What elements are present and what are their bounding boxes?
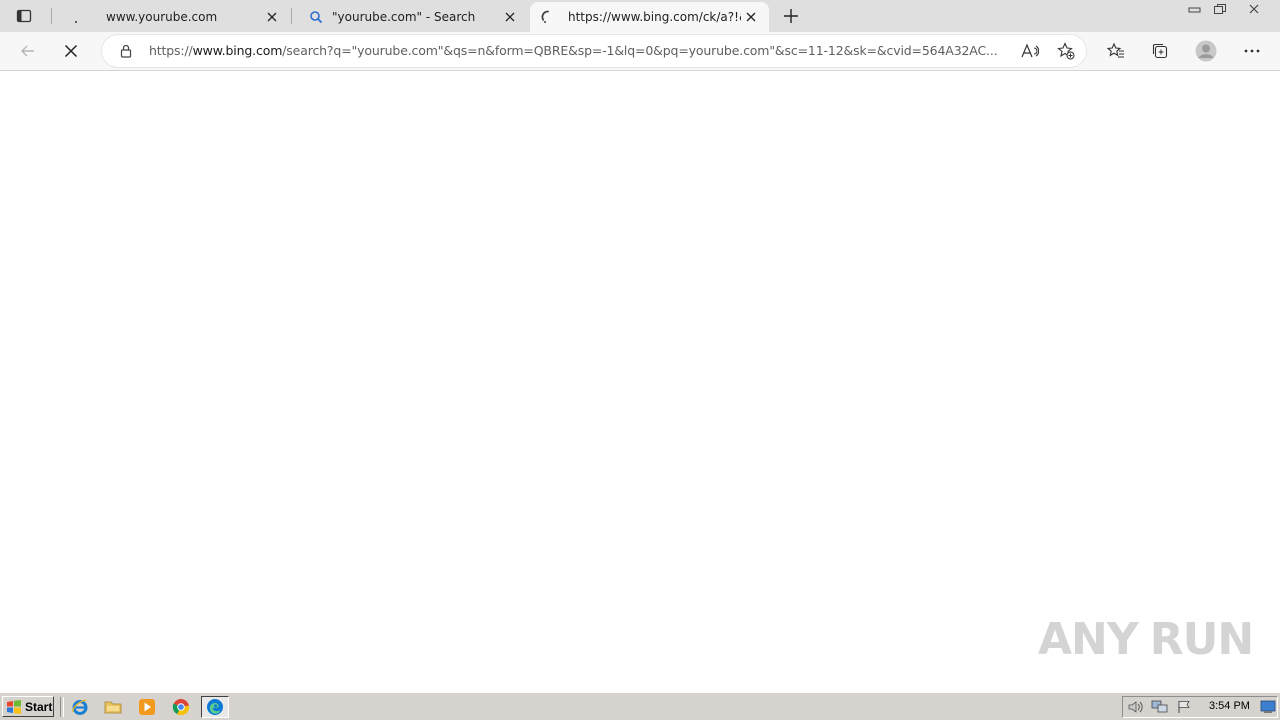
- anyrun-watermark: ANY RUN: [1038, 604, 1254, 674]
- tab-bing-redirect[interactable]: https://www.bing.com/ck/a?!&: [530, 2, 769, 32]
- new-tab-button[interactable]: [778, 4, 804, 28]
- tab-actions-button[interactable]: [8, 4, 40, 28]
- search-icon: [308, 9, 324, 25]
- stop-loading-button[interactable]: [55, 35, 87, 67]
- profile-button[interactable]: [1190, 35, 1222, 67]
- favorites-button[interactable]: [1100, 35, 1132, 67]
- read-aloud-icon: [1021, 43, 1039, 58]
- close-icon: [505, 12, 515, 22]
- page-content: [0, 71, 1280, 692]
- taskbar-edge-active[interactable]: [201, 696, 229, 718]
- star-add-icon: [1057, 42, 1075, 60]
- tab-title: https://www.bing.com/ck/a?!&: [568, 10, 741, 24]
- folder-icon: [104, 701, 122, 714]
- quicklaunch-chrome[interactable]: [170, 698, 192, 716]
- url-text[interactable]: https://www.bing.com/search?q="yourube.c…: [149, 43, 1011, 61]
- windows-logo-icon: [7, 699, 21, 714]
- restore-icon: [1214, 4, 1226, 14]
- settings-menu-button[interactable]: [1236, 35, 1268, 67]
- volume-icon[interactable]: [1127, 699, 1145, 715]
- watermark-right: RUN: [1149, 613, 1254, 665]
- quicklaunch-ie[interactable]: [69, 698, 91, 716]
- tab-actions-icon: [16, 9, 32, 23]
- close-icon: [746, 12, 756, 22]
- lock-icon[interactable]: [118, 43, 134, 59]
- close-icon: [1249, 4, 1259, 14]
- read-aloud-button[interactable]: [1018, 39, 1042, 63]
- loading-spinner-icon: [540, 9, 556, 25]
- minimize-icon: [1188, 7, 1201, 13]
- chrome-icon: [172, 699, 190, 716]
- action-center-flag-icon[interactable]: [1175, 699, 1193, 715]
- start-label: Start: [25, 699, 53, 714]
- add-favorite-button[interactable]: [1054, 39, 1078, 63]
- url-host: www.bing.com: [192, 43, 283, 58]
- watermark-left: ANY: [1038, 613, 1139, 665]
- tab-search[interactable]: "yourube.com" - Search: [292, 2, 528, 32]
- edge-icon: [207, 699, 223, 715]
- browser-toolbar: https://www.bing.com/search?q="yourube.c…: [0, 32, 1280, 71]
- tab-strip: www.yourube.com "yourube.com" - Search h…: [0, 0, 1280, 32]
- url-prefix: https://: [149, 43, 193, 58]
- plus-icon: [784, 9, 798, 23]
- internet-explorer-icon: [72, 699, 88, 715]
- tab-yourube[interactable]: www.yourube.com: [52, 2, 290, 32]
- taskbar-grip: [60, 697, 64, 717]
- url-path: /search?q="yourube.com"&qs=n&form=QBRE&s…: [282, 43, 998, 58]
- tab-title: www.yourube.com: [106, 10, 218, 24]
- tab-close-button[interactable]: [500, 7, 520, 27]
- tab-close-button[interactable]: [741, 7, 761, 27]
- arrow-left-icon: [21, 45, 34, 57]
- quicklaunch-media-player[interactable]: [136, 698, 158, 716]
- tab-close-button[interactable]: [262, 7, 282, 27]
- minimize-button[interactable]: [1184, 0, 1206, 18]
- close-icon: [64, 44, 78, 58]
- clock[interactable]: 3:54 PM: [1209, 700, 1250, 712]
- avatar-icon: [1195, 40, 1217, 62]
- back-button[interactable]: [12, 35, 44, 67]
- address-bar[interactable]: https://www.bing.com/search?q="yourube.c…: [102, 35, 1086, 67]
- more-icon: [1244, 49, 1260, 53]
- system-tray: 3:54 PM: [1122, 696, 1278, 718]
- dot-icon: [68, 9, 84, 25]
- favorites-icon: [1107, 42, 1124, 58]
- show-desktop-icon[interactable]: [1259, 699, 1277, 715]
- network-icon[interactable]: [1151, 699, 1169, 715]
- start-button[interactable]: Start: [2, 696, 54, 717]
- close-icon: [267, 12, 277, 22]
- collections-icon: [1152, 43, 1168, 59]
- taskbar: Start 3:54 PM: [0, 692, 1280, 720]
- window-close-button[interactable]: [1243, 0, 1265, 18]
- media-player-icon: [139, 699, 155, 715]
- restore-button[interactable]: [1209, 0, 1231, 18]
- quicklaunch-explorer[interactable]: [102, 698, 124, 716]
- collections-button[interactable]: [1144, 35, 1176, 67]
- tab-title: "yourube.com" - Search: [332, 10, 476, 24]
